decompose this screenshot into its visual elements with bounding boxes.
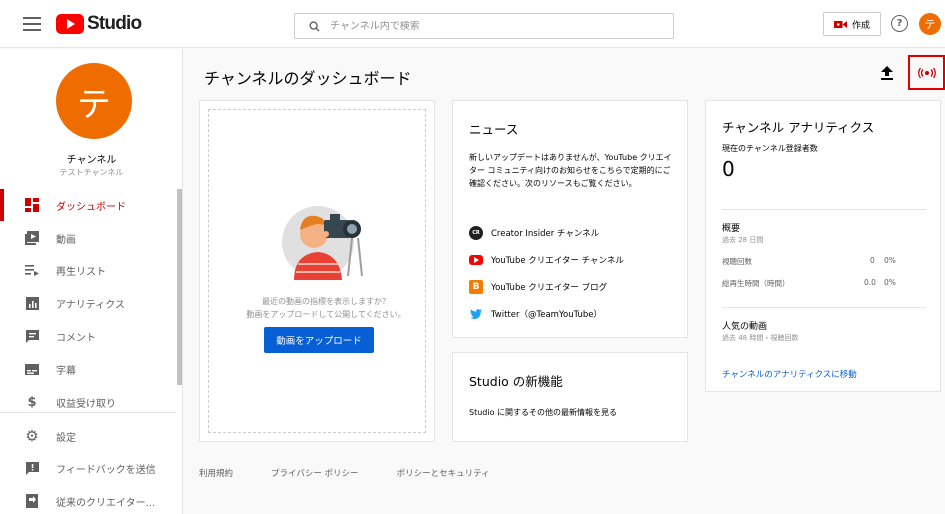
upload-video-button[interactable]: 動画をアップロード [264,327,374,353]
studio-logo[interactable]: Studio [56,13,142,35]
summary-title: 概要 [722,224,741,234]
sidebar-item-analytics[interactable]: アナリティクス [0,287,176,319]
blogger-icon: B [469,280,483,294]
upload-card: 最近の動画の指標を表示しますか？ 動画をアップロードして公開してください。 動画… [199,100,435,442]
feedback-icon [24,460,40,476]
news-text: 新しいアップデートはありませんが、YouTube クリエイター コミュニティ向け… [469,153,672,188]
news-link-twitter[interactable]: Twitter（@TeamYouTube） [469,306,602,322]
upload-dropzone[interactable]: 最近の動画の指標を表示しますか？ 動画をアップロードして公開してください。 動画… [208,109,426,433]
classic-studio-icon [24,493,40,509]
metric-views-value: 0 [870,256,875,265]
studio-card-link[interactable]: Studio に関するその他の最新情報を見る [469,407,617,418]
search-icon [309,20,320,32]
twitter-icon [469,307,483,321]
footer-link-policy[interactable]: ポリシーとセキュリティ [397,467,490,479]
metric-views-change: 0% [884,256,896,265]
analytics-divider [722,209,926,210]
news-link-creator-insider[interactable]: CR Creator Insider チャンネル [469,225,599,241]
channel-label: チャンネル [66,155,117,166]
account-avatar[interactable]: テ [919,13,941,35]
sidebar-item-classic-studio[interactable]: 従来のクリエイター... [0,485,176,514]
sidebar-item-videos[interactable]: 動画 [0,222,176,254]
subscribers-label: 現在のチャンネル登録者数 [722,144,818,153]
analytics-divider [722,307,926,308]
sidebar-item-playlists[interactable]: 再生リスト [0,254,176,286]
subscribers-count: 0 [722,157,735,181]
sidebar-item-monetization[interactable]: $ 収益受け取り [0,386,176,418]
video-icon [24,230,40,246]
menu-icon[interactable] [22,14,42,34]
dollar-icon: $ [27,394,37,410]
popular-videos-title: 人気の動画 [722,322,768,332]
video-camera-icon [833,20,847,28]
metric-watchtime-change: 0% [884,278,896,287]
analytics-icon [24,295,40,311]
youtube-icon [469,255,483,265]
go-live-icon[interactable] [908,55,945,90]
sidebar-item-settings[interactable]: ⚙ 設定 [0,420,176,452]
search-box[interactable] [294,13,674,39]
metric-watchtime-label: 総再生時間（時間） [722,279,790,288]
analytics-title: チャンネル アナリティクス [722,120,875,135]
footer-links: 利用規約 プライバシー ポリシー ポリシーとセキュリティ [199,467,528,479]
sidebar-item-feedback[interactable]: フィードバックを送信 [0,452,176,484]
gear-icon: ⚙ [25,427,39,445]
sidebar-item-subtitles[interactable]: 字幕 [0,353,176,385]
footer-link-privacy[interactable]: プライバシー ポリシー [271,467,359,479]
sidebar-item-dashboard[interactable]: ダッシュボード [0,189,176,221]
search-input[interactable] [330,20,630,32]
sidebar-divider [0,412,176,413]
news-title: ニュース [469,122,519,137]
comment-icon [24,328,40,344]
popular-videos-period: 過去 48 時間・視聴回数 [722,334,799,342]
studio-card-title: Studio の新機能 [469,374,563,389]
metric-watchtime-value: 0.0 [864,278,876,287]
photographer-illustration [282,206,363,280]
channel-analytics-card: チャンネル アナリティクス 現在のチャンネル登録者数 0 概要 過去 28 日間… [705,100,941,392]
summary-period: 過去 28 日間 [722,236,764,244]
playlist-icon [24,262,40,278]
upload-icon[interactable] [875,61,899,85]
sidebar-scrollbar[interactable] [177,189,182,385]
sidebar: テ チャンネル テストチャンネル ダッシュボード 動画 再生リスト アナリティク… [0,49,183,514]
top-header: Studio 作成 ? テ [0,0,945,48]
page-title: チャンネルのダッシュボード [204,69,412,88]
sidebar-item-comments[interactable]: コメント [0,320,176,352]
channel-avatar[interactable]: テ [56,63,132,139]
news-card: ニュース 新しいアップデートはありませんが、YouTube クリエイター コミュ… [452,100,688,338]
upload-hint: 最近の動画の指標を表示しますか？ 動画をアップロードして公開してください。 [246,297,406,319]
dashboard-icon [24,197,40,213]
create-button[interactable]: 作成 [823,12,881,36]
subtitle-icon [24,361,40,377]
go-to-analytics-link[interactable]: チャンネルのアナリティクスに移動 [722,368,857,380]
studio-whats-new-card: Studio の新機能 Studio に関するその他の最新情報を見る [452,352,688,442]
footer-link-terms[interactable]: 利用規約 [199,467,233,479]
news-link-creator-blog[interactable]: B YouTube クリエイター ブログ [469,279,607,295]
channel-name: テストチャンネル [59,168,124,177]
youtube-logo-icon [56,14,84,34]
metric-views-label: 視聴回数 [722,257,752,266]
news-link-youtube-creators[interactable]: YouTube クリエイター チャンネル [469,252,624,268]
creator-insider-icon: CR [469,226,483,240]
help-icon[interactable]: ? [891,15,908,32]
